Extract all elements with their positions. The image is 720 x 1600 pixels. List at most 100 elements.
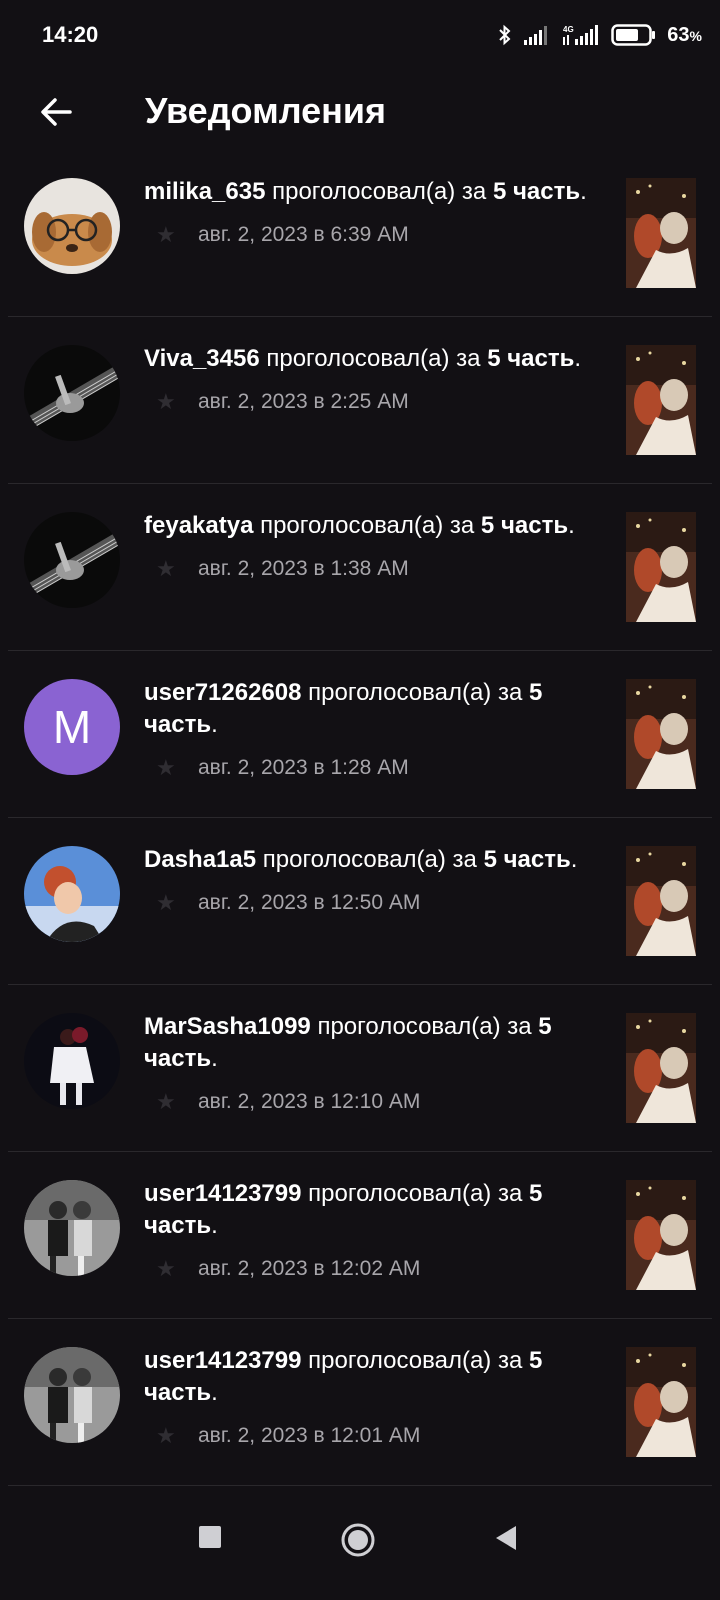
story-thumbnail[interactable]: [626, 679, 696, 789]
star-icon: ★: [156, 755, 176, 780]
circle-icon: [341, 1523, 375, 1557]
recents-button[interactable]: [198, 1525, 222, 1554]
notification-content: user14123799 проголосовал(а) за 5 часть.…: [144, 1178, 604, 1284]
nav-back-button[interactable]: [494, 1525, 518, 1556]
avatar-letter: M: [52, 701, 92, 753]
avatar[interactable]: [24, 1180, 120, 1276]
notification-item[interactable]: milika_635 проголосовал(а) за 5 часть. ★…: [8, 150, 712, 317]
notification-item[interactable]: user14123799 проголосовал(а) за 5 часть.…: [8, 1319, 712, 1486]
avatar[interactable]: [24, 512, 120, 608]
avatar[interactable]: M: [24, 679, 120, 775]
notification-text: user14123799 проголосовал(а) за 5 часть.: [144, 1347, 543, 1406]
notification-item[interactable]: Dasha1a5 проголосовал(а) за 5 часть. ★ а…: [8, 818, 712, 985]
notification-item[interactable]: MarSasha1099 проголосовал(а) за 5 часть.…: [8, 985, 712, 1152]
notification-date: авг. 2, 2023 в 12:50 AM: [198, 891, 421, 914]
battery-percent: 63%: [667, 23, 702, 46]
notification-text: user14123799 проголосовал(а) за 5 часть.: [144, 1180, 543, 1239]
notification-date: авг. 2, 2023 в 1:38 AM: [198, 557, 409, 580]
story-thumbnail[interactable]: [626, 1180, 696, 1290]
username[interactable]: user14123799: [144, 1180, 301, 1207]
avatar[interactable]: [24, 1347, 120, 1443]
avatar[interactable]: [24, 178, 120, 274]
notification-item[interactable]: user14123799 проголосовал(а) за 5 часть.…: [8, 1152, 712, 1319]
battery-icon: [611, 24, 656, 46]
woman-avatar-image: [24, 846, 120, 942]
story-cover-image: [626, 846, 696, 956]
home-button[interactable]: [340, 1522, 376, 1563]
notification-content: user14123799 проголосовал(а) за 5 часть.…: [144, 1345, 604, 1451]
notification-content: MarSasha1099 проголосовал(а) за 5 часть.…: [144, 1011, 604, 1117]
username[interactable]: MarSasha1099: [144, 1013, 311, 1040]
back-button[interactable]: [30, 86, 82, 138]
notification-meta: ★ авг. 2, 2023 в 6:39 AM: [144, 220, 604, 250]
story-thumbnail[interactable]: [626, 846, 696, 956]
story-cover-image: [626, 1180, 696, 1290]
system-nav-bar: [0, 1490, 720, 1600]
notification-text: MarSasha1099 проголосовал(а) за 5 часть.: [144, 1013, 552, 1072]
notification-meta: ★ авг. 2, 2023 в 1:38 AM: [144, 554, 604, 584]
story-thumbnail[interactable]: [626, 1013, 696, 1123]
notification-date: авг. 2, 2023 в 12:01 AM: [198, 1424, 421, 1447]
svg-text:4G: 4G: [563, 25, 574, 34]
page-title: Уведомления: [145, 90, 386, 131]
notification-item[interactable]: feyakatya проголосовал(а) за 5 часть. ★ …: [8, 484, 712, 651]
notification-text: milika_635 проголосовал(а) за 5 часть.: [144, 178, 587, 205]
couple-avatar-image: [24, 1347, 120, 1443]
star-icon: ★: [156, 1423, 176, 1448]
star-icon: ★: [156, 222, 176, 247]
notification-text: user71262608 проголосовал(а) за 5 часть.: [144, 679, 543, 738]
star-icon: ★: [156, 1256, 176, 1281]
guitar-avatar-image: [24, 345, 120, 441]
notification-content: Dasha1a5 проголосовал(а) за 5 часть. ★ а…: [144, 844, 604, 918]
status-time: 14:20: [42, 22, 99, 47]
bluetooth-icon: [499, 24, 511, 46]
story-thumbnail[interactable]: [626, 512, 696, 622]
avatar[interactable]: [24, 345, 120, 441]
guitar-avatar-image: [24, 512, 120, 608]
star-icon: ★: [156, 556, 176, 581]
story-cover-image: [626, 178, 696, 288]
username[interactable]: Viva_3456: [144, 345, 260, 372]
username[interactable]: user14123799: [144, 1347, 301, 1374]
notification-date: авг. 2, 2023 в 2:25 AM: [198, 390, 409, 413]
star-icon: ★: [156, 1089, 176, 1114]
notification-meta: ★ авг. 2, 2023 в 12:02 AM: [144, 1254, 604, 1284]
couple-avatar-image: [24, 1180, 120, 1276]
status-bar: 14:20 4G 63%: [0, 0, 720, 70]
notification-content: feyakatya проголосовал(а) за 5 часть. ★ …: [144, 510, 604, 584]
notification-date: авг. 2, 2023 в 1:28 AM: [198, 756, 409, 779]
skaters-avatar-image: [24, 1013, 120, 1109]
story-cover-image: [626, 679, 696, 789]
notification-item[interactable]: Viva_3456 проголосовал(а) за 5 часть. ★ …: [8, 317, 712, 484]
notification-content: milika_635 проголосовал(а) за 5 часть. ★…: [144, 176, 604, 250]
notification-text: feyakatya проголосовал(а) за 5 часть.: [144, 512, 575, 539]
story-cover-image: [626, 345, 696, 455]
notification-list: milika_635 проголосовал(а) за 5 часть. ★…: [0, 150, 720, 1486]
story-thumbnail[interactable]: [626, 1347, 696, 1457]
story-thumbnail[interactable]: [626, 345, 696, 455]
arrow-left-icon: [41, 98, 72, 126]
avatar[interactable]: [24, 1013, 120, 1109]
square-icon: [199, 1526, 221, 1548]
signal-icon: [524, 26, 548, 45]
username[interactable]: milika_635: [144, 178, 265, 205]
notification-meta: ★ авг. 2, 2023 в 2:25 AM: [144, 387, 604, 417]
app-header: Уведомления: [0, 72, 720, 152]
notification-content: user71262608 проголосовал(а) за 5 часть.…: [144, 677, 604, 783]
username[interactable]: user71262608: [144, 679, 301, 706]
username[interactable]: Dasha1a5: [144, 846, 256, 873]
status-icons: 4G 63%: [497, 20, 702, 50]
triangle-back-icon: [496, 1526, 516, 1550]
notification-date: авг. 2, 2023 в 12:10 AM: [198, 1090, 421, 1113]
avatar[interactable]: [24, 846, 120, 942]
notification-meta: ★ авг. 2, 2023 в 12:50 AM: [144, 888, 604, 918]
notification-meta: ★ авг. 2, 2023 в 12:01 AM: [144, 1421, 604, 1451]
notification-text: Viva_3456 проголосовал(а) за 5 часть.: [144, 345, 582, 372]
story-thumbnail[interactable]: [626, 178, 696, 288]
star-icon: ★: [156, 389, 176, 414]
puppy-avatar-image: [24, 178, 120, 274]
notification-meta: ★ авг. 2, 2023 в 12:10 AM: [144, 1087, 604, 1117]
story-cover-image: [626, 1347, 696, 1457]
notification-item[interactable]: M user71262608 проголосовал(а) за 5 част…: [8, 651, 712, 818]
username[interactable]: feyakatya: [144, 512, 253, 539]
